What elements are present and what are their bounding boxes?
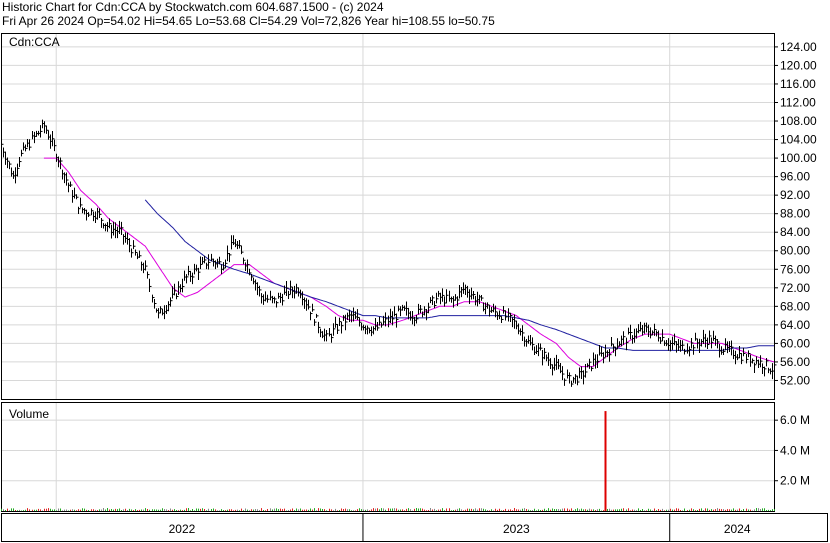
moving-average-short — [43, 157, 775, 368]
year-axis-frame — [1, 513, 828, 542]
price-tick-label: 108.00 — [780, 114, 817, 128]
year-label: 2022 — [169, 522, 196, 536]
year-label: 2024 — [724, 522, 751, 536]
moving-average-long — [144, 199, 774, 351]
volume-bars — [1, 411, 775, 511]
price-tick-label: 120.00 — [780, 58, 817, 72]
price-tick-label: 80.00 — [780, 244, 810, 258]
price-tick-label: 104.00 — [780, 133, 817, 147]
price-bars — [1, 119, 777, 387]
price-tick-label: 60.00 — [780, 336, 810, 350]
year-axis-labels: 2022 2023 2024 — [169, 513, 751, 541]
price-tick-label: 68.00 — [780, 299, 810, 313]
price-panel-label: Cdn:CCA — [9, 35, 60, 49]
price-tick-label: 92.00 — [780, 188, 810, 202]
volume-tick-label: 4.0 M — [780, 443, 810, 457]
volume-tick-label: 6.0 M — [780, 413, 810, 427]
price-tick-label: 84.00 — [780, 225, 810, 239]
ma-long-line — [144, 199, 774, 351]
price-tick-label: 88.00 — [780, 207, 810, 221]
price-grid — [1, 33, 774, 399]
volume-grid — [1, 402, 774, 511]
price-tick-label: 72.00 — [780, 281, 810, 295]
price-axis-labels: 52.00 56.00 60.00 64.00 68.00 72.00 76.00 80.00… — [774, 40, 817, 387]
volume-tick-label: 2.0 M — [780, 474, 810, 488]
volume-panel-frame — [1, 402, 775, 512]
price-tick-label: 52.00 — [780, 373, 810, 387]
volume-axis-labels: 2.0 M 4.0 M 6.0 M — [774, 413, 810, 488]
price-tick-label: 100.00 — [780, 151, 817, 165]
stock-chart: 52.00 56.00 60.00 64.00 68.00 72.00 76.00 80.00… — [1, 33, 828, 542]
price-tick-label: 76.00 — [780, 262, 810, 276]
price-tick-label: 64.00 — [780, 318, 810, 332]
price-tick-label: 116.00 — [780, 77, 816, 91]
year-label: 2023 — [503, 522, 530, 536]
ma-short-line — [43, 157, 775, 368]
volume-panel-label: Volume — [9, 407, 49, 421]
price-panel-frame — [1, 33, 775, 400]
price-tick-label: 56.00 — [780, 355, 810, 369]
price-tick-label: 96.00 — [780, 170, 810, 184]
price-tick-label: 124.00 — [780, 40, 817, 54]
price-tick-label: 112.00 — [780, 95, 816, 109]
